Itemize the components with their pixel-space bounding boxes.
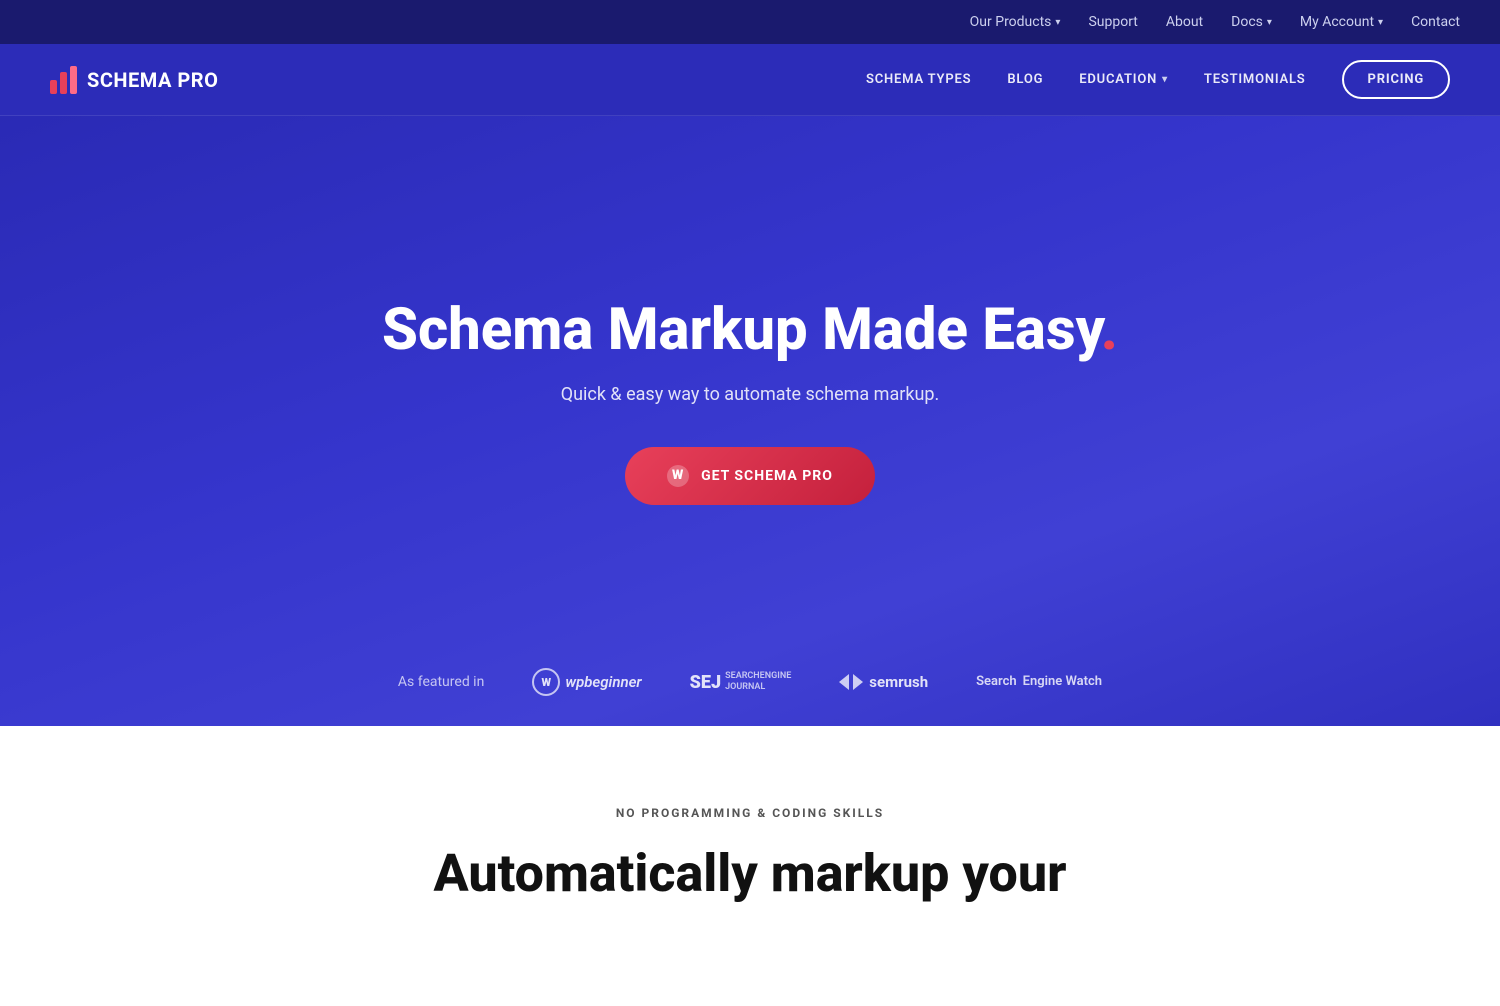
semrush-logo: semrush (839, 673, 928, 691)
logo-bar-1 (50, 80, 57, 94)
sewatch-logo: Search Engine Watch (976, 674, 1102, 691)
logo[interactable]: SCHEMA PRO (50, 66, 218, 94)
top-nav-my-account[interactable]: My Account ▾ (1300, 14, 1383, 30)
top-nav-products[interactable]: Our Products ▾ (970, 14, 1061, 30)
bottom-section: NO PROGRAMMING & CODING SKILLS Automatic… (0, 726, 1500, 1006)
hero-section: Schema Markup Made Easy. Quick & easy wa… (0, 116, 1500, 726)
featured-logos: W wpbeginner SEJ SearchEngine Journal se… (532, 668, 1102, 696)
top-nav-docs[interactable]: Docs ▾ (1231, 14, 1272, 30)
top-nav-about[interactable]: About (1166, 14, 1203, 30)
nav-blog[interactable]: BLOG (1007, 72, 1043, 87)
chevron-down-icon: ▾ (1378, 17, 1383, 28)
logo-text: SCHEMA PRO (87, 68, 218, 92)
cta-button[interactable]: W GET SCHEMA PRO (625, 447, 875, 505)
no-code-label: NO PROGRAMMING & CODING SKILLS (40, 806, 1460, 820)
logo-icon (50, 66, 77, 94)
wpb-icon: W (532, 668, 560, 696)
top-nav-support[interactable]: Support (1088, 14, 1137, 30)
featured-label: As featured in (398, 674, 484, 690)
nav-links: SCHEMA TYPES BLOG EDUCATION ▾ TESTIMONIA… (866, 60, 1450, 99)
top-bar: Our Products ▾ Support About Docs ▾ My A… (0, 0, 1500, 44)
logo-bar-2 (60, 72, 67, 94)
logo-bar-3 (70, 66, 77, 94)
top-nav-contact[interactable]: Contact (1411, 14, 1460, 30)
nav-pricing[interactable]: PRICING (1342, 60, 1450, 99)
chevron-down-icon: ▾ (1055, 17, 1060, 28)
hero-title: Schema Markup Made Easy. (382, 297, 1118, 364)
main-nav: SCHEMA PRO SCHEMA TYPES BLOG EDUCATION ▾… (0, 44, 1500, 116)
chevron-down-icon: ▾ (1267, 17, 1272, 28)
nav-schema-types[interactable]: SCHEMA TYPES (866, 72, 971, 87)
wordpress-icon: W (667, 465, 689, 487)
hero-subtitle: Quick & easy way to automate schema mark… (561, 384, 940, 405)
sej-logo: SEJ SearchEngine Journal (690, 671, 792, 693)
wpbeginner-logo: W wpbeginner (532, 668, 641, 696)
semrush-wings-icon (839, 674, 863, 690)
nav-education[interactable]: EDUCATION ▾ (1079, 72, 1168, 87)
hero-title-dot: . (1101, 296, 1118, 364)
featured-bar: As featured in W wpbeginner SEJ SearchEn… (0, 668, 1500, 696)
chevron-down-icon: ▾ (1162, 74, 1168, 85)
nav-testimonials[interactable]: TESTIMONIALS (1204, 72, 1306, 87)
bottom-title: Automatically markup your (40, 844, 1460, 904)
